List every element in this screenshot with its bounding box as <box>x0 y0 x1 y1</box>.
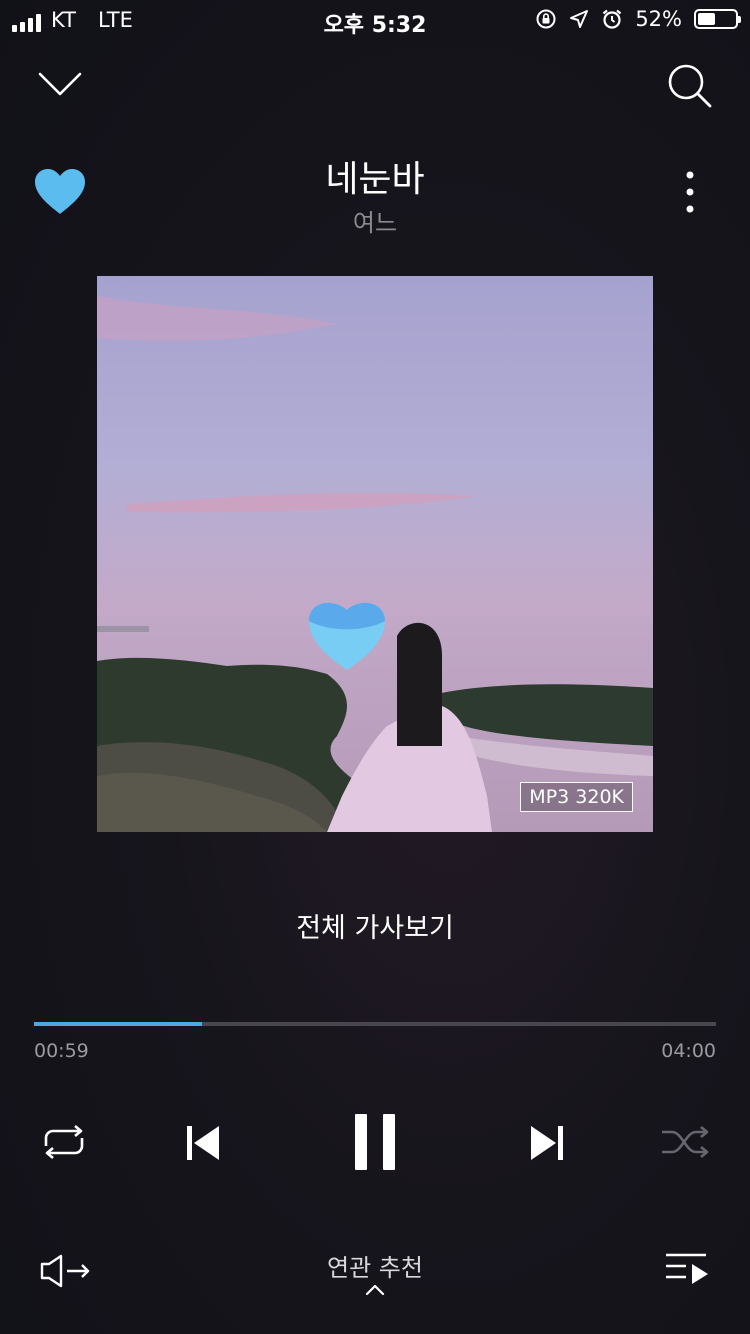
search-icon[interactable] <box>666 62 714 110</box>
status-indicators: 52% <box>535 7 741 31</box>
rotation-lock-icon <box>536 9 556 29</box>
song-title: 네눈바 <box>325 159 425 200</box>
battery-icon <box>694 9 741 29</box>
more-vertical-icon[interactable] <box>680 170 700 214</box>
shuffle-icon[interactable] <box>660 1124 712 1160</box>
playlist-icon[interactable] <box>664 1252 710 1288</box>
album-cover-image <box>97 276 653 832</box>
repeat-icon[interactable] <box>38 1124 90 1160</box>
total-duration: 04:00 <box>661 1040 716 1062</box>
battery-percent: 52% <box>635 7 682 31</box>
album-art[interactable]: MP3 320K <box>97 276 653 832</box>
progress-bar[interactable] <box>34 1022 716 1026</box>
location-icon <box>570 10 589 28</box>
progress-played <box>34 1022 202 1026</box>
skip-next-icon[interactable] <box>529 1124 565 1162</box>
pause-icon[interactable] <box>354 1113 396 1171</box>
chevron-up-icon[interactable] <box>365 1284 385 1296</box>
artist-name[interactable]: 여느 <box>0 203 750 238</box>
chevron-down-icon[interactable] <box>38 70 82 98</box>
quality-badge: MP3 320K <box>520 782 633 812</box>
status-bar: KT LTE 오후 5:32 52% <box>0 0 750 40</box>
full-lyrics-button[interactable]: 전체 가사보기 <box>0 906 750 945</box>
elapsed-time: 00:59 <box>34 1040 89 1062</box>
related-recommendation-button[interactable]: 연관 추천 <box>0 1248 750 1283</box>
alarm-icon <box>603 9 622 29</box>
skip-previous-icon[interactable] <box>185 1124 221 1162</box>
